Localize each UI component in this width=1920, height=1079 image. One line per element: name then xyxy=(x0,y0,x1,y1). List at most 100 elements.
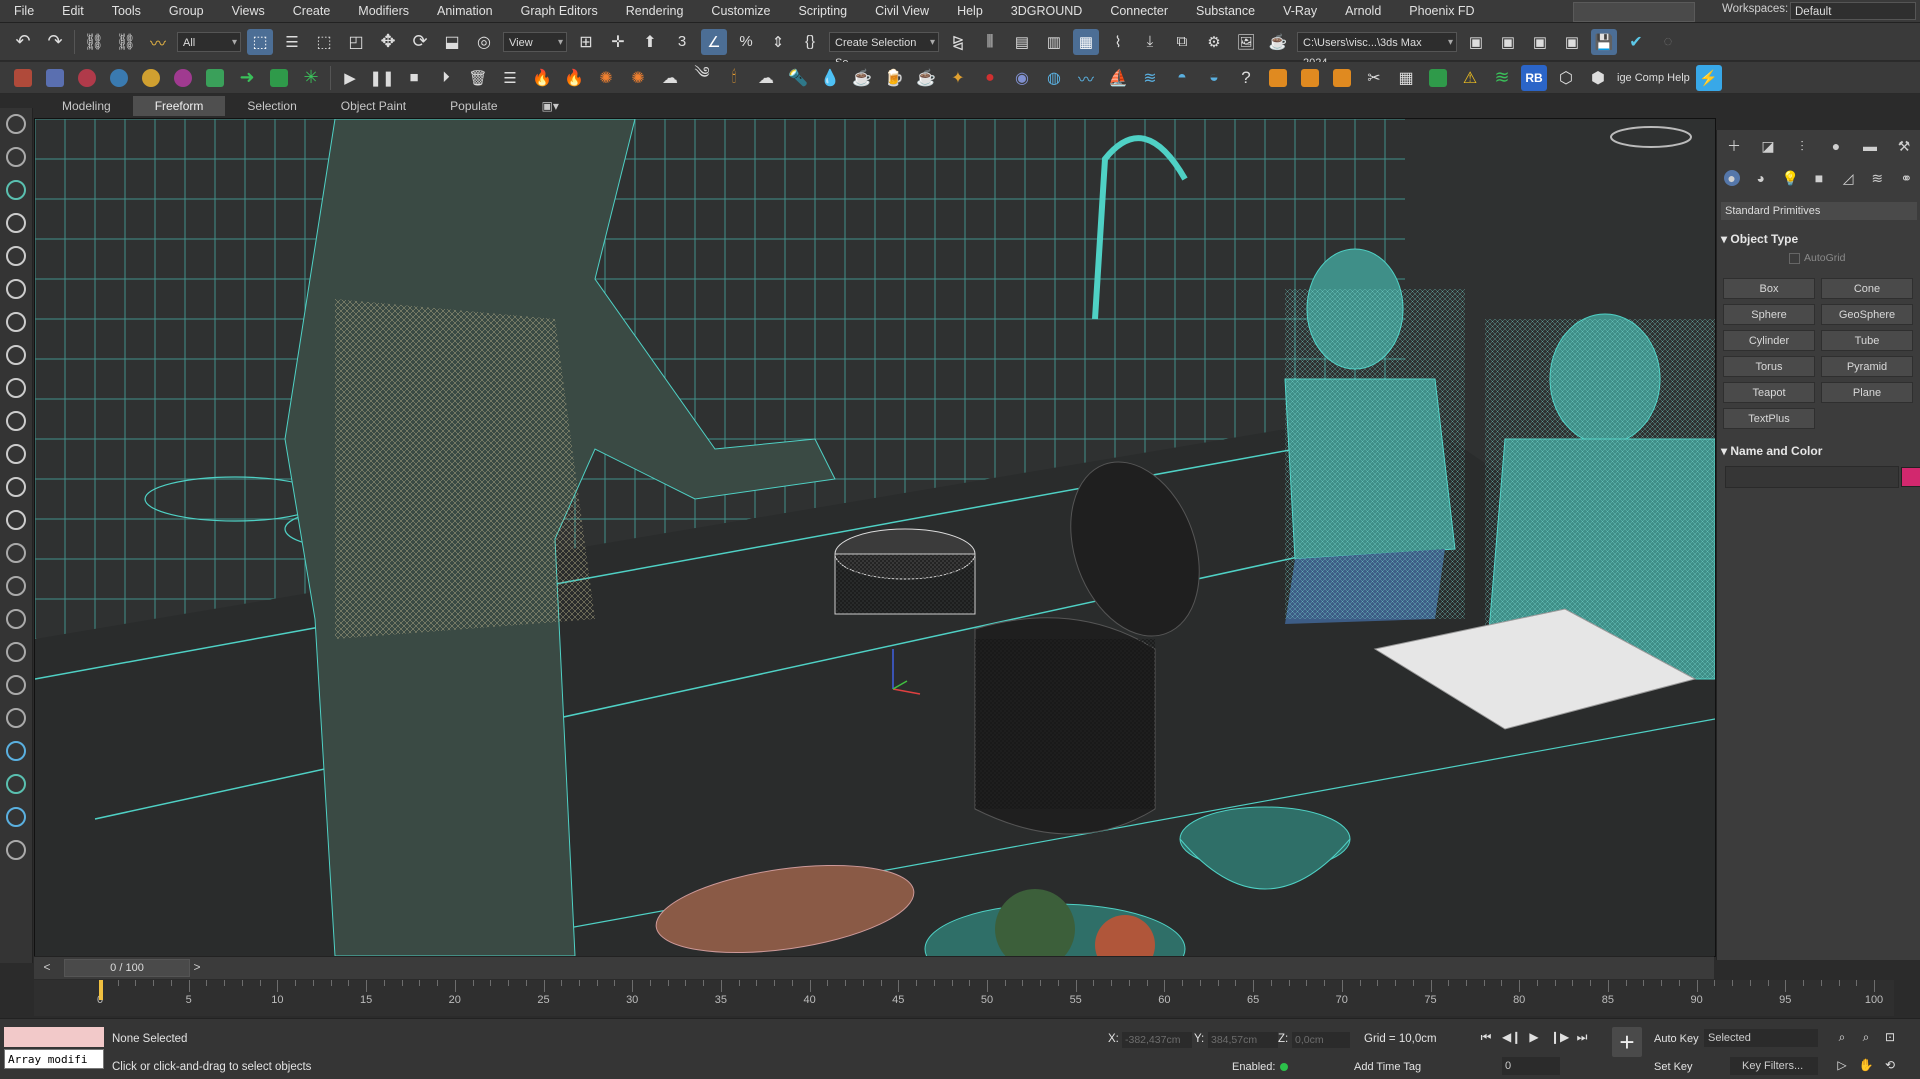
torch-icon[interactable]: 🔦 xyxy=(785,65,811,91)
pan-icon[interactable]: ✋ xyxy=(1858,1057,1874,1073)
display-tab-icon[interactable]: ▬ xyxy=(1862,138,1878,154)
figure-icon[interactable] xyxy=(6,708,26,728)
named-selection-select[interactable]: Create Selection Se xyxy=(829,31,939,69)
railclone-icon[interactable]: RB xyxy=(1521,64,1547,91)
tab-modeling[interactable]: Modeling xyxy=(40,96,133,116)
spinner-snap-icon[interactable]: ⇕ xyxy=(765,29,791,55)
green-square-icon[interactable] xyxy=(1425,65,1451,91)
hex-tool-icon[interactable]: ⬡ xyxy=(1553,65,1579,91)
plane-button[interactable]: Plane xyxy=(1821,382,1913,403)
render-last-icon[interactable]: ▣ xyxy=(1559,29,1585,55)
fov-icon[interactable]: ▷ xyxy=(1834,1057,1850,1073)
toggle-ribbon-icon[interactable]: ▦ xyxy=(1073,28,1099,55)
drop-icon[interactable] xyxy=(6,477,26,497)
edit-named-selection-icon[interactable]: {} xyxy=(797,29,823,55)
track-bar[interactable]: 0 5 10 15 20 25 30 35 40 45 50 55 60 65 70 75 80 85 90 95 10… xyxy=(34,980,1894,1016)
cameras-icon[interactable]: ■ xyxy=(1811,170,1827,186)
light-icon[interactable] xyxy=(6,180,26,200)
menu-edit[interactable]: Edit xyxy=(48,0,98,22)
material-editor-icon[interactable]: ⚙ xyxy=(1201,29,1227,55)
workspace-select[interactable]: Default xyxy=(1790,2,1916,20)
play-icon[interactable]: ▶ xyxy=(337,65,363,91)
box-button[interactable]: Box xyxy=(1723,278,1815,299)
current-frame-marker[interactable] xyxy=(99,980,103,1000)
table-icon[interactable]: ▦ xyxy=(1393,65,1419,91)
pause-icon[interactable]: ❚❚ xyxy=(369,65,395,91)
key-filters-button[interactable]: Key Filters... xyxy=(1730,1057,1818,1075)
smoke-icon[interactable]: ☁ xyxy=(657,65,683,91)
keyboard-shortcut-icon[interactable]: ⬆ xyxy=(637,29,663,55)
select-manipulate-icon[interactable]: ✛ xyxy=(605,29,631,55)
align-icon[interactable]: ⫼ xyxy=(977,29,1003,55)
render-region-icon[interactable]: ▣ xyxy=(1527,29,1553,55)
y-coordinate-field[interactable]: 384,57cm xyxy=(1208,1032,1278,1048)
list-icon[interactable] xyxy=(6,345,26,365)
modify-tab-icon[interactable]: ◪ xyxy=(1760,138,1776,154)
menu-graph-editors[interactable]: Graph Editors xyxy=(507,0,612,22)
x-coordinate-field[interactable]: -382,437cm xyxy=(1122,1032,1192,1048)
zoom-all-icon[interactable]: ⌕ xyxy=(1858,1029,1874,1045)
sync-icon[interactable]: ◌ xyxy=(1655,29,1681,55)
tube-button[interactable]: Tube xyxy=(1821,330,1913,351)
object-name-field[interactable] xyxy=(1725,466,1899,488)
autogrid-checkbox[interactable]: AutoGrid xyxy=(1789,252,1845,264)
link-icon[interactable]: ⛓ xyxy=(81,29,107,55)
spacewarps-icon[interactable]: ≋ xyxy=(1869,170,1885,186)
liquid-icon[interactable]: 💧 xyxy=(817,65,843,91)
add-time-tag-button[interactable]: Add Time Tag xyxy=(1354,1061,1421,1073)
goto-start-icon[interactable]: ⏮ xyxy=(1478,1029,1494,1045)
prev-key-icon[interactable]: ◀❙ xyxy=(1502,1029,1521,1045)
chaos-scatter-icon[interactable] xyxy=(202,65,228,91)
bulb-icon[interactable] xyxy=(6,510,26,530)
undo-icon[interactable]: ↶ xyxy=(10,29,36,55)
arrow-green-icon[interactable]: ➜ xyxy=(234,65,260,91)
pen-icon[interactable] xyxy=(6,279,26,299)
vray-lights-icon[interactable] xyxy=(10,65,36,91)
resume-icon[interactable]: ⏵ xyxy=(433,65,459,91)
current-frame-field[interactable]: 0 xyxy=(1502,1057,1560,1075)
create-tab-icon[interactable]: ＋ xyxy=(1726,138,1742,154)
motion-tab-icon[interactable]: ● xyxy=(1828,138,1844,154)
apple-icon[interactable]: ● xyxy=(977,65,1003,91)
percent-snap-icon[interactable]: % xyxy=(733,29,759,55)
splash-icon[interactable]: ✦ xyxy=(945,65,971,91)
forest-edit-icon[interactable] xyxy=(1297,65,1323,91)
layers-green-icon[interactable]: ≋ xyxy=(1489,65,1515,91)
schematic-view-icon[interactable]: ⧉ xyxy=(1169,29,1195,55)
dope-sheet-icon[interactable]: ⤓ xyxy=(1137,29,1163,55)
shapes-icon[interactable]: ◕ xyxy=(1753,170,1769,186)
render-setup-icon[interactable]: 🖼 xyxy=(1233,29,1259,55)
bind-spacewarp-icon[interactable]: 〰 xyxy=(145,29,171,55)
arrows-icon[interactable] xyxy=(6,609,26,629)
wave-icon[interactable]: 〰 xyxy=(1073,65,1099,91)
play-animation-icon[interactable]: ▶ xyxy=(1526,1029,1542,1045)
next-frame-button[interactable]: > xyxy=(190,959,204,975)
goto-end-icon[interactable]: ⏭ xyxy=(1574,1029,1590,1045)
lights-icon[interactable]: 💡 xyxy=(1782,170,1799,186)
unlink-icon[interactable]: ⛓ xyxy=(113,29,139,55)
river-icon[interactable]: ≋ xyxy=(1137,65,1163,91)
project-folder-icon[interactable]: ▣ xyxy=(1463,29,1489,55)
teapot-button[interactable]: Teapot xyxy=(1723,382,1815,403)
stop-icon[interactable]: ■ xyxy=(401,65,427,91)
scale-icon[interactable]: ⬓ xyxy=(439,29,465,55)
lines-icon[interactable] xyxy=(6,807,26,827)
cloud-icon[interactable]: ☁ xyxy=(753,65,779,91)
help-icon[interactable] xyxy=(6,741,26,761)
info-icon[interactable] xyxy=(6,840,26,860)
star-green-icon[interactable]: ✳ xyxy=(298,65,324,91)
prev-frame-button[interactable]: < xyxy=(40,959,54,975)
eye-icon[interactable] xyxy=(6,642,26,662)
name-color-rollout[interactable]: ▾ Name and Color xyxy=(1721,442,1917,460)
menu-arnold[interactable]: Arnold xyxy=(1331,0,1395,22)
orbit-icon[interactable]: ⟲ xyxy=(1882,1057,1898,1073)
beer-icon[interactable]: 🍺 xyxy=(881,65,907,91)
menu-3dground[interactable]: 3DGROUND xyxy=(997,0,1097,22)
pivot-icon[interactable]: ⊞ xyxy=(573,29,599,55)
tab-populate[interactable]: Populate xyxy=(428,96,519,116)
menu-v-ray[interactable]: V-Ray xyxy=(1269,0,1331,22)
vray-objects-icon[interactable] xyxy=(42,65,68,91)
menu-animation[interactable]: Animation xyxy=(423,0,507,22)
mirror-icon[interactable]: ⧎ xyxy=(945,29,971,55)
vray-sphere-icon[interactable] xyxy=(106,65,132,91)
